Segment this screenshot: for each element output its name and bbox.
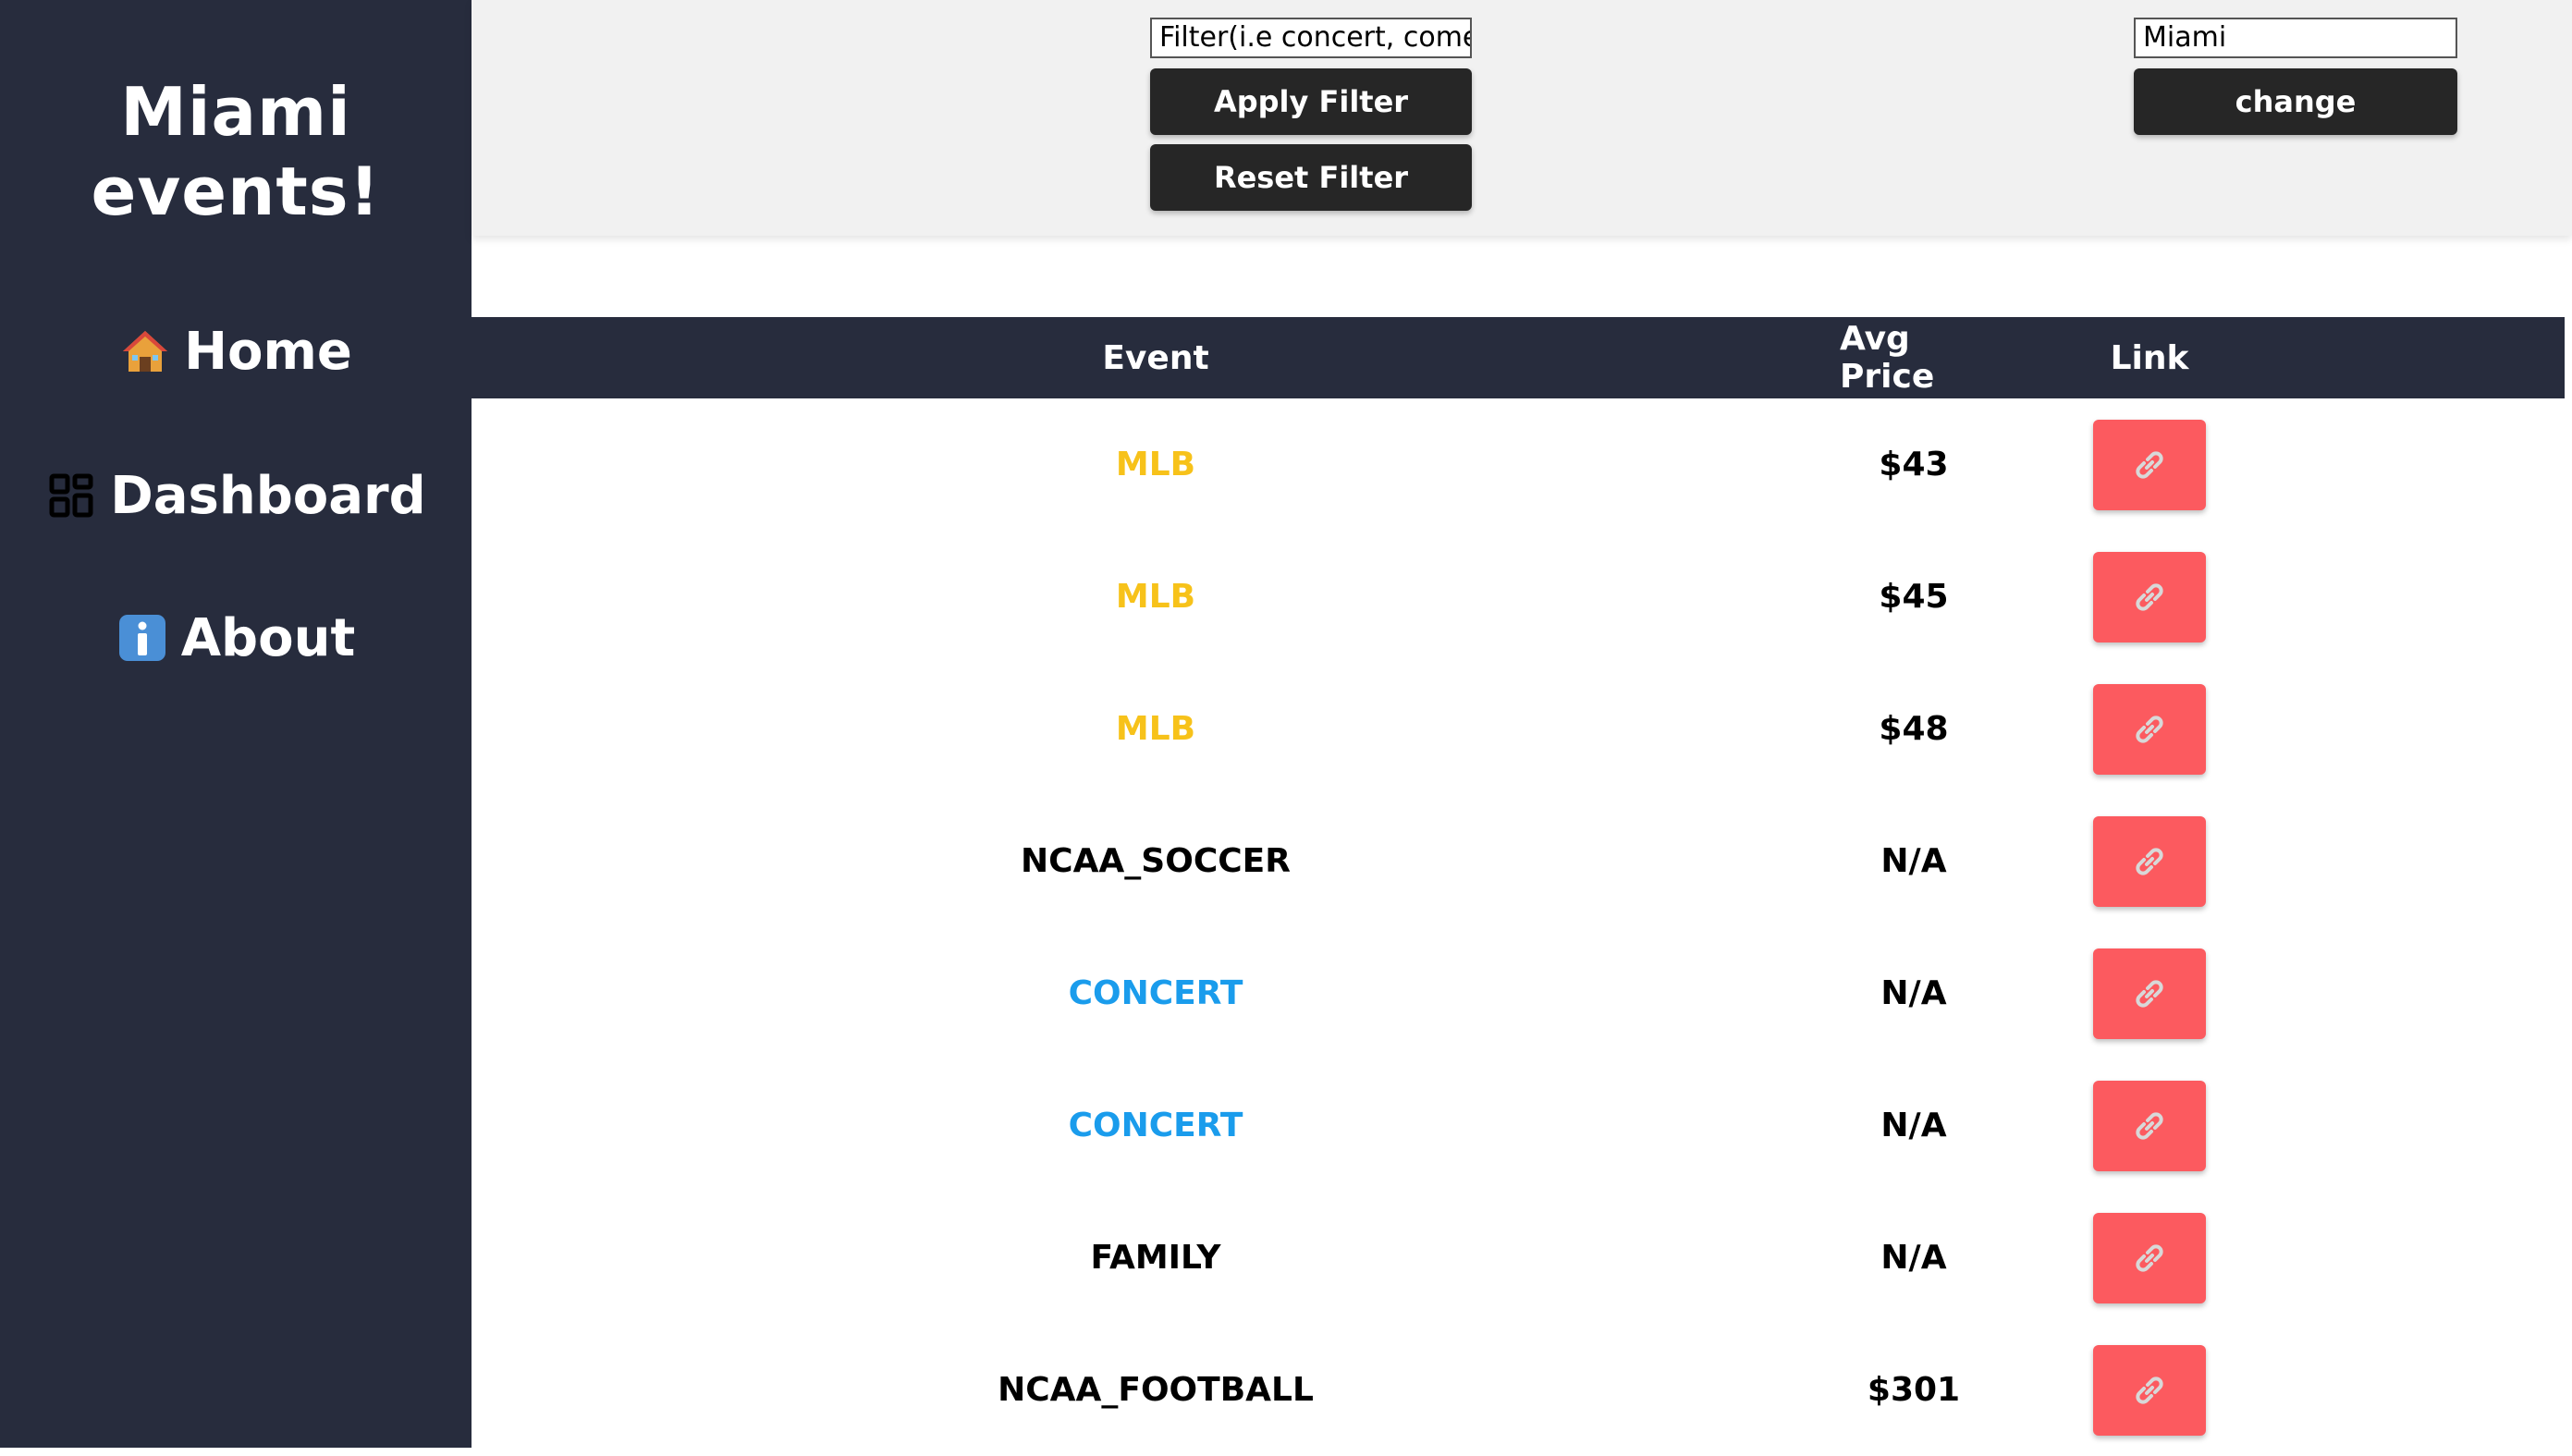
event-link-button[interactable] xyxy=(2093,1212,2206,1303)
nav-item-dashboard-label: Dashboard xyxy=(110,465,426,526)
event-link-button[interactable] xyxy=(2093,683,2206,775)
link-cell xyxy=(1988,795,2311,927)
event-link-button[interactable] xyxy=(2093,551,2206,642)
info-icon xyxy=(116,612,168,664)
avg-price: N/A xyxy=(1880,1107,1947,1144)
event-name: CONCERT xyxy=(1068,974,1243,1012)
event-name: MLB xyxy=(1115,578,1196,616)
header-event: Event xyxy=(1102,338,1209,377)
event-name: FAMILY xyxy=(1090,1239,1221,1277)
city-input[interactable]: Miami xyxy=(2134,18,2457,58)
event-name: MLB xyxy=(1115,710,1196,748)
grid-icon xyxy=(45,470,97,521)
table-row: MLB $45 xyxy=(472,531,2565,663)
link-icon xyxy=(2131,843,2168,880)
link-icon xyxy=(2131,1372,2168,1409)
nav-item-home[interactable]: Home xyxy=(0,314,472,388)
avg-price: N/A xyxy=(1880,1239,1947,1277)
link-icon xyxy=(2131,711,2168,748)
nav-item-dashboard[interactable]: Dashboard xyxy=(0,459,472,532)
filter-input[interactable]: Filter(i.e concert, comedy) xyxy=(1150,18,1472,58)
avg-price: $45 xyxy=(1879,578,1949,616)
event-name: MLB xyxy=(1115,446,1196,483)
event-link-button[interactable] xyxy=(2093,1344,2206,1436)
event-name: NCAA_SOCCER xyxy=(1021,842,1291,880)
avg-price: $43 xyxy=(1879,446,1949,483)
table-row: NCAA_FOOTBALL $301 xyxy=(472,1324,2565,1456)
sidebar: Miami events! Home Dashboard About xyxy=(0,0,472,1448)
reset-filter-button[interactable]: Reset Filter xyxy=(1150,144,1472,211)
header-link: Link xyxy=(2110,338,2189,377)
avg-price: $48 xyxy=(1879,710,1949,748)
filter-toolbar: Filter(i.e concert, comedy) Apply Filter… xyxy=(472,0,2572,236)
link-cell xyxy=(1988,531,2311,663)
event-name: CONCERT xyxy=(1068,1107,1243,1144)
header-avg-price: Avg Price xyxy=(1840,320,1935,396)
nav-item-home-label: Home xyxy=(184,321,352,382)
link-icon xyxy=(2131,447,2168,483)
house-icon xyxy=(119,325,171,377)
event-link-button[interactable] xyxy=(2093,815,2206,907)
avg-price: N/A xyxy=(1880,974,1947,1012)
avg-price: $301 xyxy=(1867,1371,1961,1409)
brand-title: Miami events! xyxy=(0,72,472,231)
brand-title-line2: events! xyxy=(91,153,381,230)
change-city-button[interactable]: change xyxy=(2134,68,2457,135)
link-icon xyxy=(2131,975,2168,1012)
table-row: CONCERT N/A xyxy=(472,927,2565,1059)
table-row: MLB $48 xyxy=(472,663,2565,795)
event-link-button[interactable] xyxy=(2093,419,2206,510)
table-header: Event Avg Price Link xyxy=(472,317,2565,398)
link-icon xyxy=(2131,1240,2168,1277)
apply-filter-button[interactable]: Apply Filter xyxy=(1150,68,1472,135)
link-cell xyxy=(1988,398,2311,531)
event-link-button[interactable] xyxy=(2093,1080,2206,1171)
brand-title-line1: Miami xyxy=(120,73,351,151)
table-row: MLB $43 xyxy=(472,398,2565,531)
link-cell xyxy=(1988,663,2311,795)
table-row: NCAA_SOCCER N/A xyxy=(472,795,2565,927)
nav-item-about-label: About xyxy=(180,607,356,668)
nav-item-about[interactable]: About xyxy=(0,601,472,675)
table-row: FAMILY N/A xyxy=(472,1192,2565,1324)
avg-price: N/A xyxy=(1880,842,1947,880)
link-icon xyxy=(2131,1107,2168,1144)
link-cell xyxy=(1988,1324,2311,1456)
link-cell xyxy=(1988,1192,2311,1324)
event-name: NCAA_FOOTBALL xyxy=(998,1371,1314,1409)
link-cell xyxy=(1988,927,2311,1059)
table-row: CONCERT N/A xyxy=(472,1059,2565,1192)
link-icon xyxy=(2131,579,2168,616)
event-link-button[interactable] xyxy=(2093,948,2206,1039)
link-cell xyxy=(1988,1059,2311,1192)
